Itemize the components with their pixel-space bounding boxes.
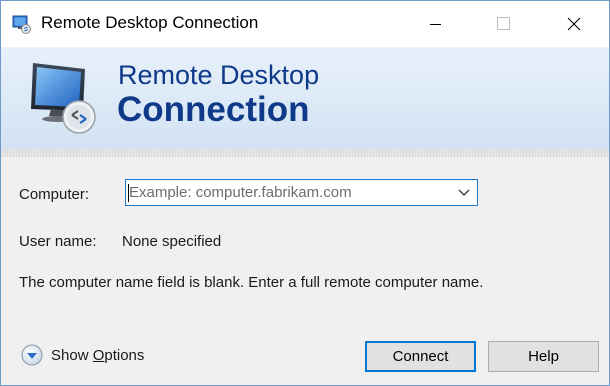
- close-icon: [567, 17, 581, 31]
- expand-circle-icon: [21, 344, 43, 366]
- title-bar[interactable]: Remote Desktop Connection: [1, 1, 609, 47]
- close-button[interactable]: [551, 1, 597, 47]
- maximize-button: [481, 1, 527, 47]
- username-value: None specified: [122, 233, 222, 250]
- show-options-toggle[interactable]: Show Options: [21, 344, 144, 366]
- banner-title-line1: Remote Desktop: [118, 60, 320, 90]
- banner-title-line2: Connection: [117, 90, 310, 129]
- blank-computer-message: The computer name field is blank. Enter …: [19, 274, 484, 291]
- window-title: Remote Desktop Connection: [41, 13, 259, 32]
- help-button[interactable]: Help: [488, 341, 599, 372]
- show-options-label: Show Options: [51, 346, 145, 364]
- maximize-icon: [497, 17, 510, 30]
- chevron-down-icon[interactable]: [457, 187, 471, 199]
- connect-button[interactable]: Connect: [365, 341, 476, 372]
- text-caret: [128, 184, 129, 202]
- minimize-icon: [430, 24, 441, 25]
- computer-combobox[interactable]: [125, 179, 478, 206]
- computer-input[interactable]: [128, 181, 447, 204]
- banner-divider: [1, 149, 609, 157]
- remote-desktop-icon: [12, 15, 31, 34]
- remote-desktop-logo-icon: [31, 63, 96, 134]
- remote-desktop-window: Remote Desktop Connection Remote Desktop…: [0, 0, 610, 386]
- minimize-button[interactable]: [413, 1, 459, 47]
- username-label: User name:: [19, 233, 97, 250]
- computer-label: Computer:: [19, 186, 90, 203]
